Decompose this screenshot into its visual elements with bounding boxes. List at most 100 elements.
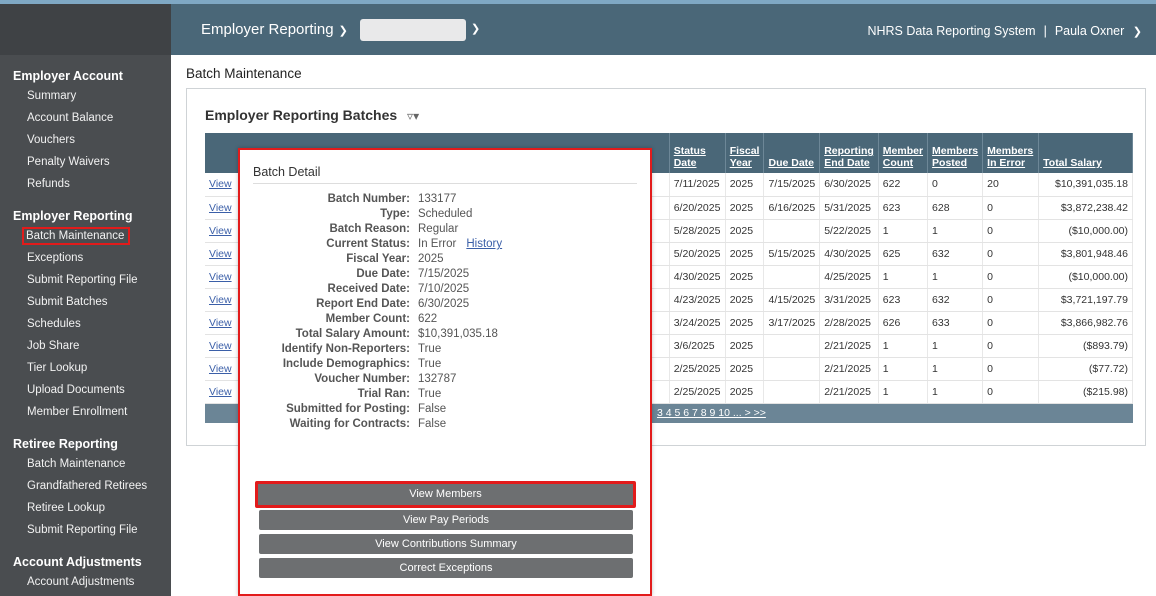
cell-total-salary: $3,866,982.76 <box>1038 311 1133 335</box>
detail-row-current-status: Current Status: In Error History <box>250 237 640 252</box>
sidebar-section-account-adjustments: Account Adjustments <box>13 555 142 569</box>
sidebar-item-schedules[interactable]: Schedules <box>0 313 171 335</box>
sidebar-item-label: Account Balance <box>27 112 114 124</box>
cell-members-posted: 1 <box>927 265 984 289</box>
sidebar-item-tier-lookup[interactable]: Tier Lookup <box>0 357 171 379</box>
detail-row-type: Type: Scheduled <box>250 207 640 222</box>
column-header-total-salary[interactable]: Total Salary <box>1038 133 1133 173</box>
filter-icon[interactable]: ▿▾ <box>407 109 419 123</box>
chevron-down-icon[interactable]: ❯ <box>471 22 480 35</box>
separator: | <box>1043 24 1047 38</box>
detail-row-voucher-number: Voucher Number: 132787 <box>250 372 640 387</box>
detail-value-text: 7/15/2025 <box>418 268 470 280</box>
column-header-fiscal-year[interactable]: Fiscal Year <box>725 133 765 173</box>
sidebar-item-batch-maintenance[interactable]: Batch Maintenance <box>0 453 171 475</box>
cell-total-salary: ($10,000.00) <box>1038 219 1133 243</box>
column-header-due-date[interactable]: Due Date <box>763 133 821 173</box>
detail-row-member-count: Member Count: 622 <box>250 312 640 327</box>
sidebar-item-refunds[interactable]: Refunds <box>0 173 171 195</box>
sidebar-item-account-adjustments[interactable]: Account Adjustments <box>0 571 171 593</box>
view-link[interactable]: View <box>209 294 232 306</box>
correct-exceptions-button[interactable]: Correct Exceptions <box>259 558 633 578</box>
history-link[interactable]: History <box>466 238 502 250</box>
cell-members-posted: 633 <box>927 311 984 335</box>
view-contributions-summary-button[interactable]: View Contributions Summary <box>259 534 633 554</box>
cell-due-date <box>763 380 821 404</box>
cell-members-posted: 628 <box>927 196 984 220</box>
detail-label: Due Date: <box>356 268 410 280</box>
sidebar-item-submit-reporting-file[interactable]: Submit Reporting File <box>0 519 171 541</box>
sidebar-item-batch-maintenance[interactable]: Batch Maintenance <box>0 225 171 247</box>
cell-members-posted: 0 <box>927 173 984 197</box>
cell-fiscal-year: 2025 <box>725 196 765 220</box>
sidebar-item-submit-batches[interactable]: Submit Batches <box>0 291 171 313</box>
sidebar-item-penalty-waivers[interactable]: Penalty Waivers <box>0 151 171 173</box>
sidebar-item-label: Batch Maintenance <box>27 458 126 470</box>
view-link[interactable]: View <box>209 271 232 283</box>
cell-fiscal-year: 2025 <box>725 219 765 243</box>
detail-value: 6/30/2025 <box>418 297 469 312</box>
view-link[interactable]: View <box>209 202 232 214</box>
detail-value: 622 <box>418 312 437 327</box>
detail-label: Include Demographics: <box>282 358 410 370</box>
cell-reporting-end-date: 4/30/2025 <box>819 242 879 266</box>
sidebar-item-member-enrollment[interactable]: Member Enrollment <box>0 401 171 423</box>
view-members-button[interactable]: View Members <box>255 481 636 508</box>
cell-status-date: 3/6/2025 <box>669 334 726 358</box>
cell-total-salary: ($77.72) <box>1038 357 1133 381</box>
view-link[interactable]: View <box>209 178 232 190</box>
sidebar-item-exceptions[interactable]: Exceptions <box>0 247 171 269</box>
cell-status-date: 5/28/2025 <box>669 219 726 243</box>
cell-reporting-end-date: 2/21/2025 <box>819 357 879 381</box>
cell-due-date <box>763 265 821 289</box>
view-link[interactable]: View <box>209 248 232 260</box>
cell-reporting-end-date: 2/21/2025 <box>819 380 879 404</box>
detail-row-due-date: Due Date: 7/15/2025 <box>250 267 640 282</box>
app-menu-dropdown[interactable]: Employer Reporting ❯ <box>201 21 348 38</box>
view-link[interactable]: View <box>209 340 232 352</box>
cell-member-count: 1 <box>878 357 929 381</box>
sidebar-item-upload-documents[interactable]: Upload Documents <box>0 379 171 401</box>
pager-links[interactable]: 3 4 5 6 7 8 9 10 ... > >> <box>657 407 766 419</box>
sidebar-item-label: Batch Maintenance <box>22 227 131 245</box>
detail-value-text: True <box>418 358 442 370</box>
detail-value-text: Regular <box>418 223 459 235</box>
sidebar-item-label: Submit Reporting File <box>27 524 138 536</box>
cell-status-date: 5/20/2025 <box>669 242 726 266</box>
detail-value: 133177 <box>418 192 456 207</box>
view-pay-periods-button[interactable]: View Pay Periods <box>259 510 633 530</box>
cell-member-count: 1 <box>878 265 929 289</box>
system-name: NHRS Data Reporting System <box>867 24 1036 38</box>
sidebar-item-label: Vouchers <box>27 134 75 146</box>
cell-members-posted: 632 <box>927 288 984 312</box>
sidebar-item-grandfathered-retirees[interactable]: Grandfathered Retirees <box>0 475 171 497</box>
detail-value: Scheduled <box>418 207 472 222</box>
sidebar-item-vouchers[interactable]: Vouchers <box>0 129 171 151</box>
cell-members-in-error: 0 <box>982 219 1040 243</box>
sidebar-item-label: Grandfathered Retirees <box>27 480 148 492</box>
column-header-reporting-end-date[interactable]: Reporting End Date <box>819 133 879 173</box>
sidebar-item-summary[interactable]: Summary <box>0 85 171 107</box>
column-header-members-in-error[interactable]: Members In Error <box>982 133 1040 173</box>
detail-value: 2025 <box>418 252 444 267</box>
cell-member-count: 1 <box>878 219 929 243</box>
panel-title-text: Employer Reporting Batches <box>205 107 398 123</box>
sidebar-item-job-share[interactable]: Job Share <box>0 335 171 357</box>
view-link[interactable]: View <box>209 225 232 237</box>
sidebar-item-account-balance[interactable]: Account Balance <box>0 107 171 129</box>
column-header-member-count[interactable]: Member Count <box>878 133 929 173</box>
view-link[interactable]: View <box>209 363 232 375</box>
cell-reporting-end-date: 3/31/2025 <box>819 288 879 312</box>
detail-value-text: Scheduled <box>418 208 473 220</box>
employer-select[interactable] <box>360 19 466 41</box>
column-header-members-posted[interactable]: Members Posted <box>927 133 984 173</box>
cell-member-count: 626 <box>878 311 929 335</box>
column-header-status-date[interactable]: Status Date <box>669 133 726 173</box>
detail-value: True <box>418 387 441 402</box>
user-menu[interactable]: Paula Oxner ❯ <box>1055 24 1142 38</box>
view-link[interactable]: View <box>209 386 232 398</box>
app-menu-label: Employer Reporting <box>201 21 334 38</box>
sidebar-item-submit-reporting-file[interactable]: Submit Reporting File <box>0 269 171 291</box>
sidebar-item-retiree-lookup[interactable]: Retiree Lookup <box>0 497 171 519</box>
view-link[interactable]: View <box>209 317 232 329</box>
